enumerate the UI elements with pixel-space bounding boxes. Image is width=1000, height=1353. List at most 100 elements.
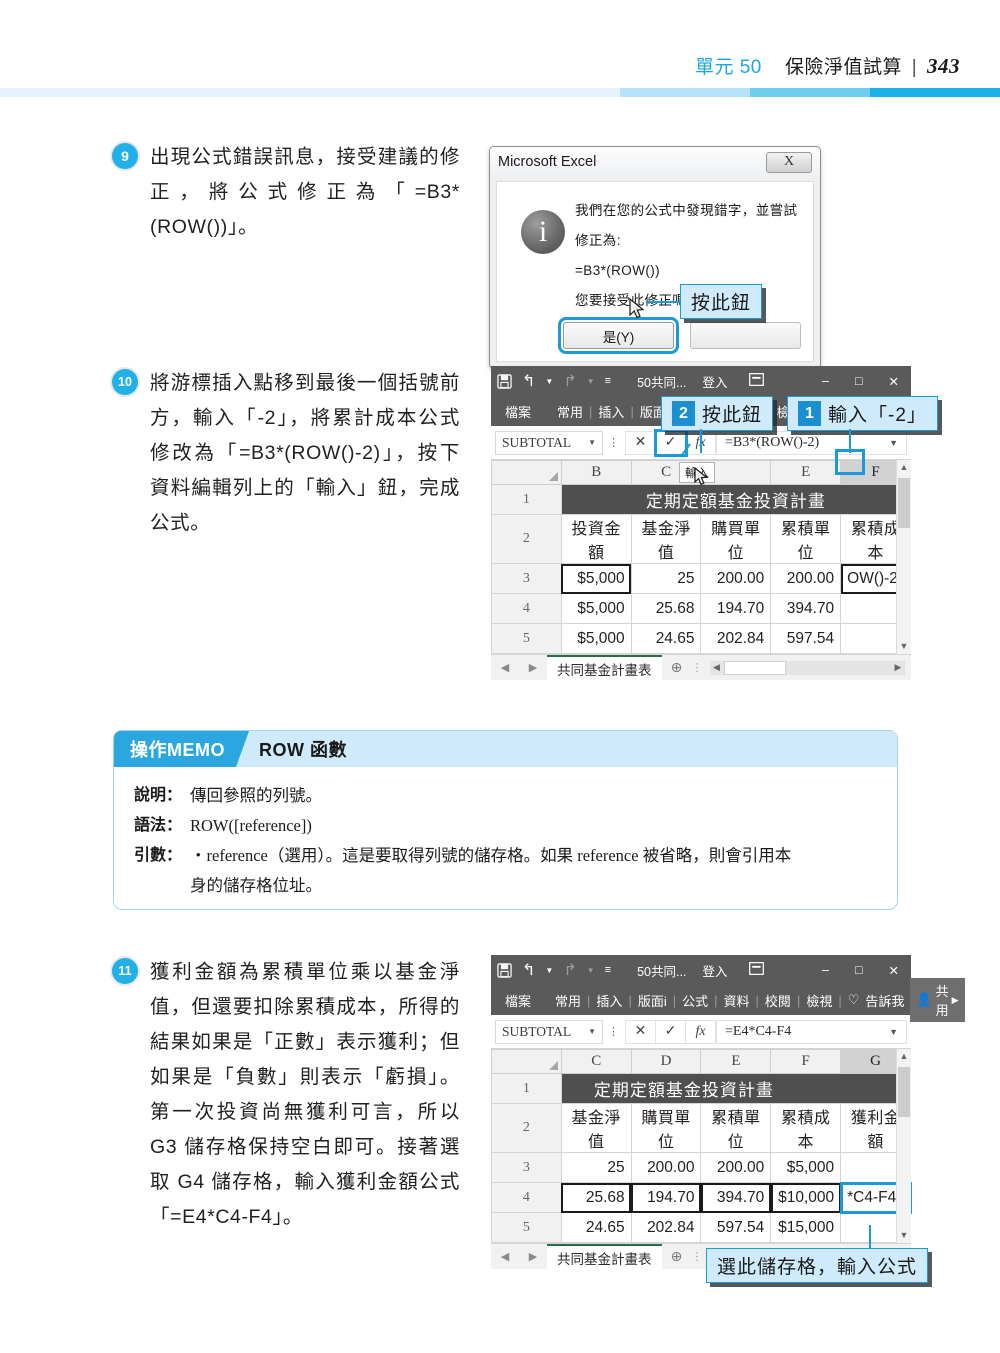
tell-me-label[interactable]: 告訴我 xyxy=(859,991,910,1010)
column-B[interactable]: B xyxy=(560,460,632,485)
select-all-corner[interactable] xyxy=(491,460,562,485)
tab-home[interactable]: 常用 xyxy=(549,991,587,1010)
more-icon[interactable]: ≡ xyxy=(605,375,611,387)
row-header[interactable]: 4 xyxy=(491,593,562,624)
cell[interactable]: 200.00 xyxy=(630,1152,702,1183)
scroll-up-icon[interactable]: ▲ xyxy=(897,460,911,475)
scroll-right-icon[interactable]: ▶ xyxy=(891,662,905,673)
redo-dropdown-icon[interactable]: ▼ xyxy=(587,377,595,386)
close-icon[interactable]: X xyxy=(766,151,812,173)
enter-icon[interactable]: ✓ xyxy=(656,1019,686,1044)
row-header[interactable]: 5 xyxy=(491,1212,562,1243)
prev-sheet-icon[interactable]: ◀ xyxy=(501,1250,509,1263)
name-box[interactable]: SUBTOTAL ▼ xyxy=(495,430,603,455)
cell[interactable]: 24.65 xyxy=(630,623,702,654)
cell[interactable]: 597.54 xyxy=(770,623,842,654)
sheet-tab[interactable]: 共同基金計畫表 xyxy=(547,1243,662,1270)
cell[interactable]: $5,000 xyxy=(560,563,632,594)
cell[interactable]: $5,000 xyxy=(560,593,632,624)
hscroll-thumb[interactable] xyxy=(723,660,786,675)
expand-formula-bar-icon[interactable]: ▼ xyxy=(889,438,898,448)
signin-label[interactable]: 登入 xyxy=(702,372,727,391)
signin-label[interactable]: 登入 xyxy=(702,961,727,980)
cell[interactable]: 25 xyxy=(630,563,702,594)
undo-icon[interactable]: ↰ xyxy=(522,960,535,980)
tab-data[interactable]: 資料 xyxy=(718,991,756,1010)
scroll-down-icon[interactable]: ▼ xyxy=(897,1228,911,1243)
yes-button[interactable]: 是(Y) xyxy=(558,317,679,354)
redo-icon[interactable]: ↱ xyxy=(563,960,576,980)
row-header[interactable]: 2 xyxy=(491,514,562,564)
formula-input[interactable]: =B3*(ROW()-2) ▼ xyxy=(716,430,907,455)
minimize-button[interactable]: – xyxy=(822,963,829,977)
cell[interactable]: $5,000 xyxy=(770,1152,842,1183)
save-icon[interactable] xyxy=(497,373,512,389)
sheet-tab[interactable]: 共同基金計畫表 xyxy=(547,654,662,681)
scrollbar-thumb[interactable] xyxy=(898,1067,910,1117)
scrollbar-thumb[interactable] xyxy=(898,478,910,528)
cell[interactable]: $10,000 xyxy=(770,1182,842,1213)
select-all-corner[interactable] xyxy=(491,1049,562,1074)
minimize-button[interactable]: – xyxy=(822,374,829,388)
row-header[interactable]: 2 xyxy=(491,1103,562,1153)
cell[interactable]: 394.70 xyxy=(700,1182,772,1213)
more-icon[interactable]: ≡ xyxy=(605,964,611,976)
no-button[interactable] xyxy=(690,322,801,349)
cancel-icon[interactable]: ✕ xyxy=(626,1019,656,1044)
cell[interactable]: 202.84 xyxy=(700,623,772,654)
cell[interactable]: 200.00 xyxy=(700,563,772,594)
vertical-scrollbar[interactable]: ▲ ▼ xyxy=(896,1049,911,1243)
ribbon-display-icon[interactable] xyxy=(749,373,765,389)
cell[interactable]: 597.54 xyxy=(700,1212,772,1243)
scroll-left-icon[interactable]: ◀ xyxy=(710,662,724,673)
save-icon[interactable] xyxy=(497,962,512,978)
cell[interactable]: 25.68 xyxy=(630,593,702,624)
undo-icon[interactable]: ↰ xyxy=(522,371,535,391)
row-header[interactable]: 4 xyxy=(491,1182,562,1213)
cell[interactable]: 25 xyxy=(560,1152,632,1183)
chevron-down-icon[interactable]: ▼ xyxy=(588,1027,596,1036)
tab-pagelayout[interactable]: 版面i xyxy=(632,991,673,1010)
row-header[interactable]: 5 xyxy=(491,623,562,654)
tab-view[interactable]: 檢視 xyxy=(800,991,838,1010)
cell[interactable]: 194.70 xyxy=(700,593,772,624)
horizontal-scrollbar[interactable]: ◀ ▶ xyxy=(709,660,905,675)
cell[interactable]: 200.00 xyxy=(700,1152,772,1183)
undo-dropdown-icon[interactable]: ▼ xyxy=(545,966,553,975)
cell[interactable]: $5,000 xyxy=(560,623,632,654)
cell[interactable]: 394.70 xyxy=(770,593,842,624)
tab-insert[interactable]: 插入 xyxy=(592,402,630,421)
name-box[interactable]: SUBTOTAL ▼ xyxy=(495,1019,603,1044)
add-sheet-button[interactable]: ⊕ xyxy=(662,659,692,676)
column-E[interactable]: E xyxy=(700,1049,772,1074)
sheet-nav-arrows[interactable]: ◀ ▶ xyxy=(491,1250,547,1263)
chevron-right-icon[interactable]: ▶ xyxy=(952,995,959,1006)
lightbulb-icon[interactable]: ♡ xyxy=(848,992,860,1008)
cell[interactable]: 25.68 xyxy=(560,1182,632,1213)
close-button[interactable]: ✕ xyxy=(889,963,899,978)
insert-function-icon[interactable]: fx xyxy=(686,1019,716,1044)
cell[interactable]: 194.70 xyxy=(630,1182,702,1213)
share-button[interactable]: 👤 共用 ▶ xyxy=(910,978,965,1022)
ribbon-display-icon[interactable] xyxy=(749,962,765,978)
scroll-down-icon[interactable]: ▼ xyxy=(897,639,911,654)
maximize-button[interactable]: □ xyxy=(855,963,863,977)
formula-bar-handle[interactable]: ⋮ xyxy=(603,1025,625,1038)
tab-file[interactable]: 檔案 xyxy=(499,991,537,1010)
column-D[interactable]: D xyxy=(630,1049,702,1074)
tab-home[interactable]: 常用 xyxy=(551,402,589,421)
row-header[interactable]: 3 xyxy=(491,1152,562,1183)
row-header[interactable]: 3 xyxy=(491,563,562,594)
sheet-nav-arrows[interactable]: ◀ ▶ xyxy=(491,661,547,674)
tab-review[interactable]: 校閱 xyxy=(759,991,797,1010)
scroll-up-icon[interactable]: ▲ xyxy=(897,1049,911,1064)
formula-input[interactable]: =E4*C4-F4 ▼ xyxy=(716,1019,907,1044)
close-button[interactable]: ✕ xyxy=(889,374,899,389)
next-sheet-icon[interactable]: ▶ xyxy=(529,1250,537,1263)
formula-bar-handle[interactable]: ⋮ xyxy=(603,436,625,449)
add-sheet-button[interactable]: ⊕ xyxy=(662,1248,692,1265)
column-E[interactable]: E xyxy=(770,460,842,485)
expand-formula-bar-icon[interactable]: ▼ xyxy=(889,1027,898,1037)
undo-dropdown-icon[interactable]: ▼ xyxy=(545,377,553,386)
vertical-scrollbar[interactable]: ▲ ▼ xyxy=(896,460,911,654)
